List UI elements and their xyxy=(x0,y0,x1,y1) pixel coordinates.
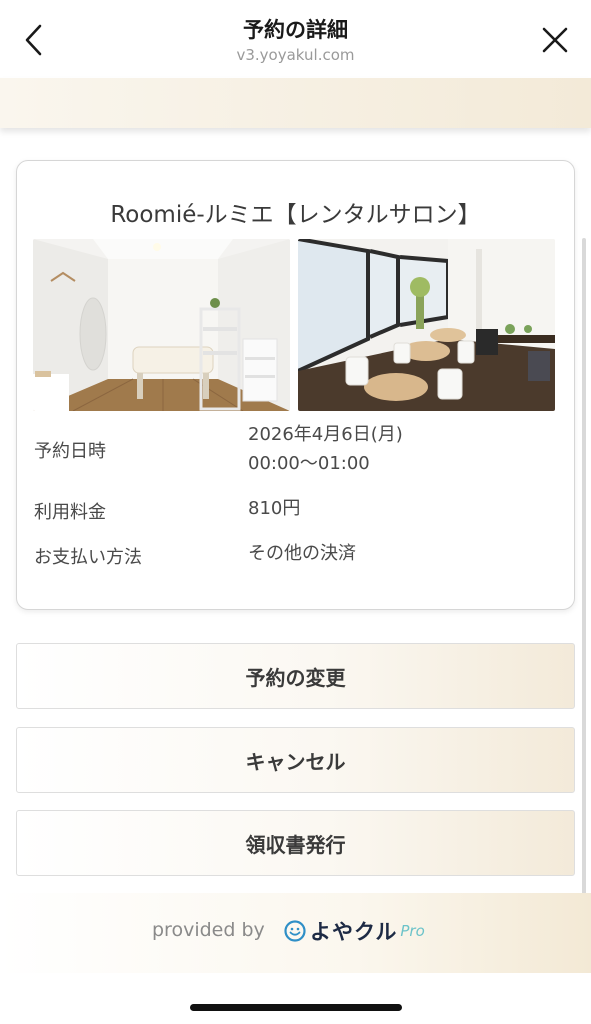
smiley-logo-icon xyxy=(284,920,306,942)
yoyakul-pro-logo[interactable]: よやクル Pro xyxy=(284,915,425,947)
provided-by-text: provided by xyxy=(152,919,265,941)
fee-value: 810円 xyxy=(248,498,301,519)
scrollbar[interactable] xyxy=(582,238,586,958)
logo-text: よやクル xyxy=(310,920,398,944)
reservation-card: Roomié-ルミエ【レンタルサロン】 予約日時 2026年4月6日(月) 00… xyxy=(16,160,575,610)
header: 予約の詳細 v3.yoyakul.com xyxy=(0,0,591,78)
reservation-datetime-label: 予約日時 xyxy=(34,441,106,462)
reservation-date-value: 2026年4月6日(月) xyxy=(248,424,403,445)
reservation-time-value: 00:00〜01:00 xyxy=(248,453,370,474)
salon-name: Roomié-ルミエ【レンタルサロン】 xyxy=(110,202,481,228)
cancel-button[interactable]: キャンセル xyxy=(16,727,575,793)
header-band xyxy=(0,78,591,128)
reservation-detail-page: 予約の詳細 v3.yoyakul.com Roomié-ルミエ【レンタルサロン】 xyxy=(0,0,591,1024)
logo-pro-text: Pro xyxy=(400,922,425,940)
change-reservation-button[interactable]: 予約の変更 xyxy=(16,643,575,709)
home-indicator[interactable] xyxy=(190,1004,402,1011)
issue-receipt-button[interactable]: 領収書発行 xyxy=(16,810,575,876)
salon-photo-lounge xyxy=(298,239,555,411)
close-button[interactable] xyxy=(537,20,573,60)
close-icon xyxy=(542,27,568,53)
page-title: 予約の詳細 xyxy=(243,18,348,42)
page-domain: v3.yoyakul.com xyxy=(236,46,355,64)
payment-method-label: お支払い方法 xyxy=(34,547,142,568)
footer: provided by よやクル Pro xyxy=(0,893,591,973)
payment-method-value: その他の決済 xyxy=(248,543,356,564)
salon-photo-treatment-room xyxy=(33,239,290,411)
fee-label: 利用料金 xyxy=(34,502,106,523)
